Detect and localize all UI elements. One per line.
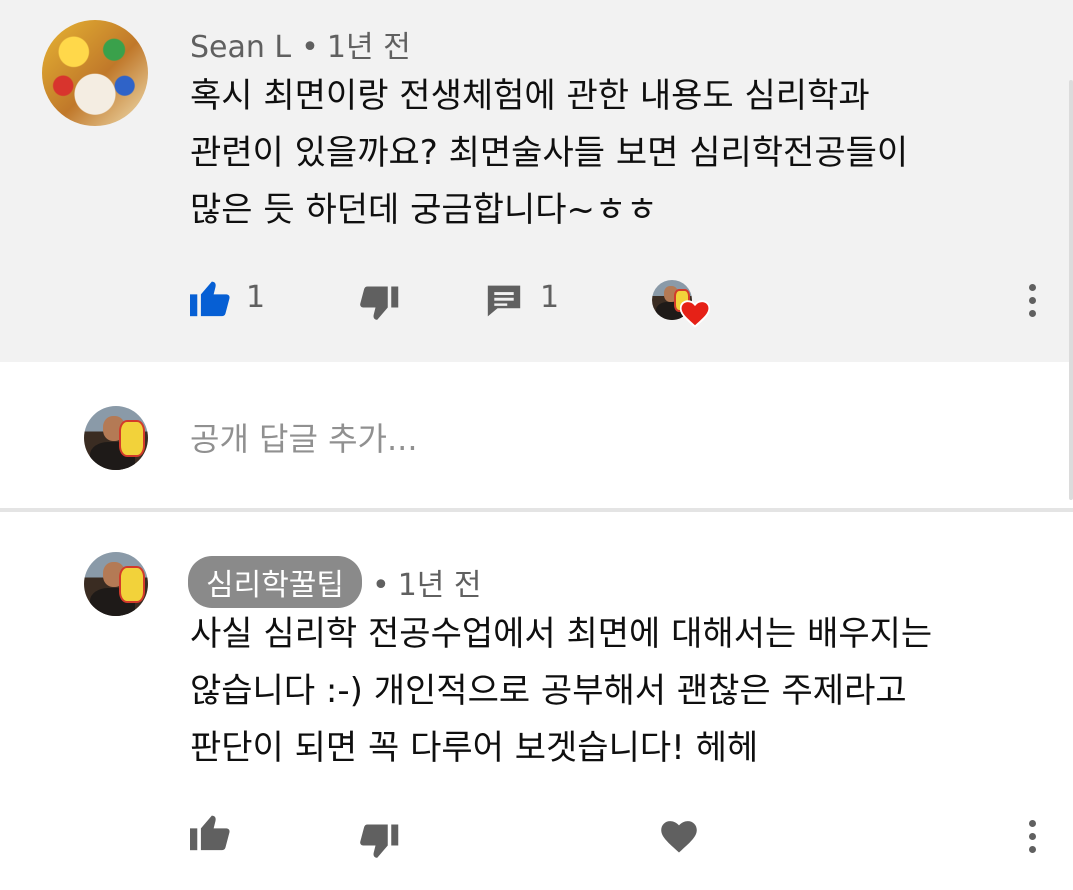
- comment-line: 관련이 있을까요? 최면술사들 보면 심리학전공들이: [190, 133, 909, 173]
- dislike-button[interactable]: [358, 284, 400, 328]
- reply-meta: 심리학꿀팁 • 1년 전: [188, 556, 482, 608]
- like-count: 1: [246, 280, 266, 315]
- reply-button[interactable]: [486, 284, 522, 322]
- reply-time: 1년 전: [397, 568, 482, 603]
- comment-text: 혹시 최면이랑 전생체험에 관한 내용도 심리학과 관련이 있을까요? 최면술사…: [190, 68, 908, 239]
- divider: [0, 508, 1073, 512]
- comment-time: 1년 전: [326, 30, 411, 65]
- thumbs-down-icon: [360, 824, 399, 858]
- author-name[interactable]: Sean L: [190, 30, 291, 65]
- creator-heart: [652, 280, 710, 328]
- thumbs-up-icon: [190, 815, 230, 851]
- reply-input[interactable]: 공개 답글 추가...: [190, 414, 418, 460]
- reply-line: 판단이 되면 꼭 다루어 보겟습니다! 헤헤: [190, 728, 759, 768]
- commenter-avatar[interactable]: [42, 20, 148, 126]
- comment-card: Sean L • 1년 전 혹시 최면이랑 전생체험에 관한 내용도 심리학과 관련…: [0, 0, 1073, 362]
- meta-separator: •: [301, 30, 319, 65]
- thumbs-down-icon: [360, 286, 399, 320]
- reply-line: 않습니다 :-) 개인적으로 공부해서 괜찮은 주제라고: [190, 671, 907, 711]
- more-vert-icon[interactable]: [1029, 284, 1037, 323]
- comment-line: 많은 듯 하던데 궁금합니다~ㅎㅎ: [190, 190, 658, 230]
- like-button[interactable]: [188, 278, 232, 322]
- reply-line: 사실 심리학 전공수업에서 최면에 대해서는 배우지는: [190, 614, 933, 654]
- creator-heart-icon: [680, 300, 710, 328]
- reply-dislike-button[interactable]: [358, 822, 400, 866]
- meta-separator: •: [372, 568, 390, 603]
- creator-avatar[interactable]: [84, 552, 148, 616]
- comment-line: 혹시 최면이랑 전생체험에 관한 내용도 심리학과: [190, 76, 870, 116]
- current-user-avatar: [84, 406, 148, 470]
- comment-meta: Sean L • 1년 전: [190, 22, 411, 66]
- comment-icon: [487, 285, 521, 317]
- reply-text: 사실 심리학 전공수업에서 최면에 대해서는 배우지는 않습니다 :-) 개인적…: [190, 606, 932, 777]
- thumbs-up-filled-icon: [190, 281, 230, 317]
- creator-badge[interactable]: 심리학꿀팁: [188, 556, 362, 608]
- reply-heart-button[interactable]: [660, 820, 698, 858]
- reply-input-row: [0, 362, 1073, 508]
- reply-like-button[interactable]: [188, 812, 232, 856]
- heart-icon: [661, 821, 697, 853]
- scrollbar[interactable]: [1069, 80, 1073, 500]
- reply-count: 1: [540, 280, 560, 315]
- more-vert-icon[interactable]: [1029, 820, 1037, 859]
